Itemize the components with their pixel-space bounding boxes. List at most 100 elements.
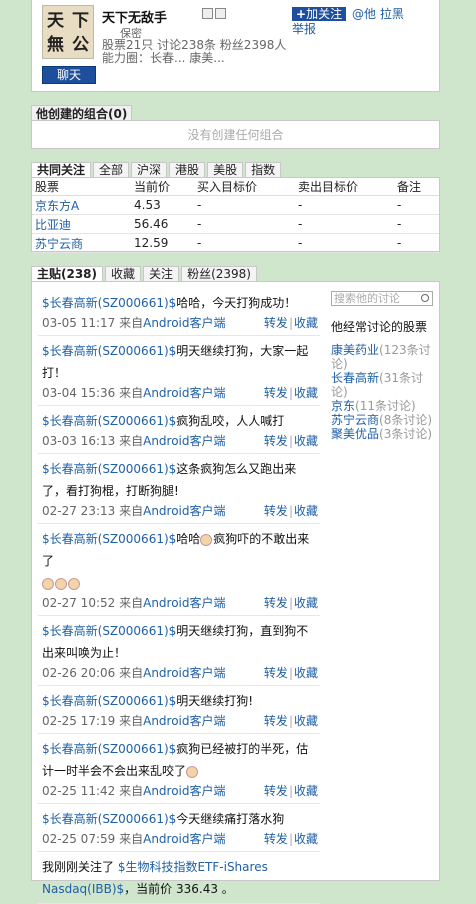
action-separator: | (288, 434, 293, 448)
stock-link[interactable]: 京东方A (35, 199, 79, 213)
user-influence: 能力圈：长春... 康美... (102, 51, 225, 65)
portfolio-title-text: 他创建的组合 (36, 107, 109, 121)
follow-button[interactable]: +加关注 (292, 7, 347, 21)
table-row: 京东方A 4.53 - - - (32, 195, 439, 215)
favorite-button[interactable]: 收藏 (294, 504, 318, 518)
tab-us[interactable]: 美股 (207, 162, 244, 178)
post-source-link[interactable]: Android客户端 (143, 434, 225, 448)
post-stock-tag[interactable]: $长春高新(SZ000661)$ (42, 296, 176, 310)
post-stock-tag[interactable]: $长春高新(SZ000661)$ (42, 532, 176, 546)
stock-link[interactable]: 比亚迪 (35, 218, 71, 232)
post-stock-tag[interactable]: $长春高新(SZ000661)$ (42, 414, 176, 428)
post-text: $长春高新(SZ000661)$明天继续打狗，大家一起打！ (42, 344, 309, 380)
sidebar-stock-list: 康美药业(123条讨论) 长春高新(31条讨论) 京东(11条讨论) 苏宁云商(8条讨… (331, 343, 433, 441)
repost-button[interactable]: 转发 (264, 316, 288, 330)
post-stock-tag[interactable]: $长春高新(SZ000661)$ (42, 462, 176, 476)
post-meta: 02-27 10:52 来自Android客户端 转发|收藏 (42, 594, 320, 612)
repost-button[interactable]: 转发 (264, 832, 288, 846)
sidebar-stock-link[interactable]: 苏宁云商 (331, 413, 379, 427)
sidebar-stock-link[interactable]: 长春高新 (331, 371, 379, 385)
post-stock-tag[interactable]: $长春高新(SZ000661)$ (42, 742, 176, 756)
post-stock-tag[interactable]: $生物科技指数ETF-iShares Nasdaq(IBB)$ (42, 860, 268, 896)
favorite-button[interactable]: 收藏 (294, 784, 318, 798)
tab-following[interactable]: 关注 (143, 266, 180, 282)
favorite-button[interactable]: 收藏 (294, 434, 318, 448)
chat-button[interactable]: 聊天 (42, 66, 96, 84)
post-source-link[interactable]: Android客户端 (143, 666, 225, 680)
post-stock-tag[interactable]: $长春高新(SZ000661)$ (42, 624, 176, 638)
post-source-link[interactable]: Android客户端 (143, 386, 225, 400)
post-meta: 02-27 23:13 来自Android客户端 转发|收藏 (42, 502, 320, 520)
repost-button[interactable]: 转发 (264, 386, 288, 400)
mention-link[interactable]: @他 拉黑 (352, 7, 404, 21)
post-item: $长春高新(SZ000661)$这条疯狗怎么又跑出来了，看打狗棍，打断狗腿! 02… (38, 454, 320, 524)
post-source-link[interactable]: Android客户端 (143, 316, 225, 330)
tab-favorites[interactable]: 收藏 (105, 266, 142, 282)
sidebar-stock-count: (11条讨论) (355, 399, 416, 413)
tab-fans[interactable]: 粉丝(2398) (181, 266, 257, 282)
repost-button[interactable]: 转发 (264, 504, 288, 518)
post-stock-tag[interactable]: $长春高新(SZ000661)$ (42, 344, 176, 358)
profile-card: 天 下 無 公 聊天 天下无敌手 +加关注 @他 拉黑 举报 保密 股票21只 … (31, 0, 440, 92)
tab-sh-sz[interactable]: 沪深 (131, 162, 168, 178)
block-link[interactable]: 拉黑 (380, 7, 404, 21)
weibo-icon[interactable] (202, 8, 213, 19)
action-separator: | (288, 504, 293, 518)
stock-sell: - (295, 233, 394, 253)
post-time: 02-25 11:42 (42, 784, 120, 798)
action-separator: | (288, 714, 293, 728)
post-source-label: 来自 (119, 784, 144, 798)
emoji-icon (55, 577, 67, 590)
sidebar-stock-item: 京东(11条讨论) (331, 399, 433, 413)
share-icon[interactable] (215, 8, 226, 19)
post-time: 02-25 17:19 (42, 714, 120, 728)
post-item: $长春高新(SZ000661)$明天继续打狗! 02-25 17:19 来自And… (38, 686, 320, 734)
sidebar-stock-link[interactable]: 康美药业 (331, 343, 379, 357)
tab-posts[interactable]: 主贴(238) (31, 266, 104, 282)
post-stock-tag[interactable]: $长春高新(SZ000661)$ (42, 812, 176, 826)
plus-icon: + (296, 7, 307, 21)
emoji-icon (200, 533, 213, 546)
favorite-button[interactable]: 收藏 (294, 832, 318, 846)
favorite-button[interactable]: 收藏 (294, 596, 318, 610)
favorite-button[interactable]: 收藏 (294, 386, 318, 400)
sidebar-stock-link[interactable]: 聚美优品 (331, 427, 379, 441)
post-actions: 转发|收藏 (264, 502, 318, 520)
post-time: 02-27 10:52 (42, 596, 120, 610)
tab-common[interactable]: 共同关注 (31, 162, 92, 178)
search-icon[interactable] (421, 294, 429, 302)
stock-link[interactable]: 苏宁云商 (35, 237, 83, 251)
favorite-button[interactable]: 收藏 (294, 316, 318, 330)
post-source-link[interactable]: Android客户端 (143, 596, 225, 610)
tab-all[interactable]: 全部 (93, 162, 130, 178)
post-time: 02-27 23:13 (42, 504, 120, 518)
post-actions: 转发|收藏 (264, 782, 318, 800)
table-row: 比亚迪 56.46 - - - (32, 214, 439, 234)
repost-button[interactable]: 转发 (264, 666, 288, 680)
sidebar-stock-link[interactable]: 京东 (331, 399, 355, 413)
post-source-link[interactable]: Android客户端 (143, 832, 225, 846)
repost-button[interactable]: 转发 (264, 434, 288, 448)
post-meta: 02-25 11:42 来自Android客户端 转发|收藏 (42, 782, 320, 800)
post-item: $长春高新(SZ000661)$今天继续痛打落水狗 02-25 07:59 来自A… (38, 804, 320, 852)
avatar-char: 天 (47, 11, 64, 31)
post-stock-tag[interactable]: $长春高新(SZ000661)$ (42, 694, 176, 708)
post-source-label: 来自 (119, 596, 144, 610)
post-source-link[interactable]: Android客户端 (143, 714, 225, 728)
tab-index[interactable]: 指数 (245, 162, 282, 178)
post-meta: 02-26 20:06 来自Android客户端 转发|收藏 (42, 664, 320, 682)
sidebar-search-input[interactable]: 搜索他的讨论 (331, 291, 433, 306)
post-source-link[interactable]: Android客户端 (143, 504, 225, 518)
repost-button[interactable]: 转发 (264, 596, 288, 610)
repost-button[interactable]: 转发 (264, 784, 288, 798)
stock-note: - (394, 233, 439, 253)
sidebar: 搜索他的讨论 他经常讨论的股票 康美药业(123条讨论) 长春高新(31条讨论) 京… (331, 291, 433, 441)
avatar-char: 無 (47, 35, 64, 55)
tab-hk[interactable]: 港股 (169, 162, 206, 178)
avatar[interactable]: 天 下 無 公 (42, 5, 94, 59)
favorite-button[interactable]: 收藏 (294, 714, 318, 728)
repost-button[interactable]: 转发 (264, 714, 288, 728)
report-link[interactable]: 举报 (292, 20, 316, 37)
post-source-link[interactable]: Android客户端 (143, 784, 225, 798)
favorite-button[interactable]: 收藏 (294, 666, 318, 680)
